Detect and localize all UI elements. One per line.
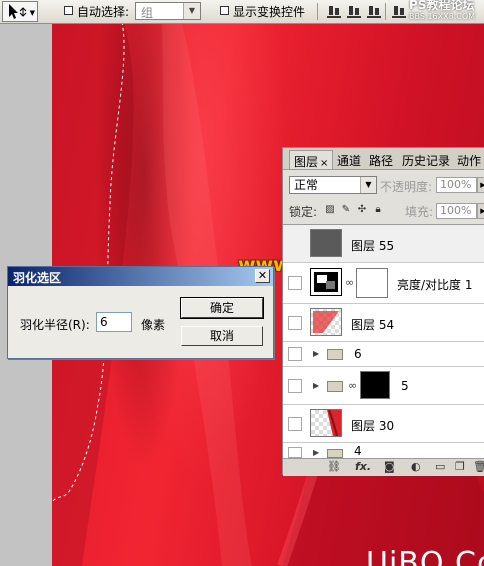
separator <box>385 3 386 20</box>
layer-name: 图层 54 <box>351 318 395 332</box>
forum-watermark-url: BBS.16XX8.COM <box>409 12 476 21</box>
layer-row[interactable]: ▶ ∞ 5 <box>283 367 484 405</box>
ok-button[interactable]: 确定 <box>180 297 264 319</box>
link-layers-icon[interactable]: ⛓ <box>327 461 341 473</box>
options-bar: ▼ 自动选择: 组 ▼ 显示变换控件 PS教程论坛 BBS.16XX8.COM <box>0 0 484 24</box>
tab-channels[interactable]: 通道 <box>337 152 361 169</box>
separator <box>317 3 318 20</box>
layer-row[interactable]: 图层 54 <box>283 304 484 342</box>
align-vertical-center-icon[interactable] <box>347 5 361 18</box>
forum-watermark-title: PS教程论坛 <box>409 0 475 12</box>
chain-icon[interactable]: ∞ <box>345 276 354 289</box>
layer-row[interactable]: 图层 55 <box>283 225 484 263</box>
delete-layer-icon[interactable]: 🗑︎ <box>473 461 484 473</box>
expand-triangle-icon[interactable]: ▶ <box>313 448 319 457</box>
visibility-toggle[interactable] <box>288 316 302 330</box>
close-icon[interactable]: ✕ <box>255 269 270 283</box>
chain-icon[interactable]: ∞ <box>348 379 357 392</box>
cancel-button[interactable]: 取消 <box>181 326 263 346</box>
layer-name: 6 <box>354 347 362 361</box>
layer-style-icon[interactable]: fx. <box>355 461 371 473</box>
lock-brush-icon[interactable]: ✎ <box>341 205 351 215</box>
chevron-right-icon[interactable]: ▶ <box>477 177 484 193</box>
feather-radius-input[interactable]: 6 <box>96 312 132 332</box>
blend-mode-select[interactable]: 正常 ▼ <box>289 176 377 194</box>
layer-name: 4 <box>354 444 362 458</box>
add-mask-icon[interactable]: ◙ <box>384 461 395 473</box>
auto-select-label: 自动选择: <box>77 5 130 19</box>
show-transform-label: 显示变换控件 <box>233 5 306 19</box>
expand-triangle-icon[interactable]: ▶ <box>313 381 319 390</box>
layer-row[interactable]: ▶ 6 <box>283 342 484 367</box>
lock-transparency-icon[interactable]: ▨ <box>325 205 335 215</box>
panel-tabs: 图层 × 通道 路径 历史记录 动作 <box>283 148 484 170</box>
corner-watermark: UiBQ.CoM <box>366 546 484 566</box>
lock-position-icon[interactable]: ✣ <box>357 205 367 215</box>
fill-label: 填充: <box>405 205 434 219</box>
visibility-toggle[interactable] <box>288 417 302 431</box>
tab-layers-label: 图层 <box>294 155 319 169</box>
feather-radius-label: 羽化半径(R): <box>20 318 90 332</box>
layer-row[interactable]: 图层 30 <box>283 405 484 443</box>
folder-icon <box>327 449 343 458</box>
brightness-contrast-icon <box>314 272 338 292</box>
adjustment-icon <box>310 268 342 296</box>
layers-panel-footer: ⛓ fx. ◙ ◐ ▭ ❐ 🗑︎ <box>283 458 484 476</box>
chevron-down-icon: ▼ <box>29 9 35 17</box>
new-layer-icon[interactable]: ❐ <box>455 461 465 473</box>
auto-select-target-value: 组 <box>141 6 154 20</box>
visibility-toggle[interactable] <box>288 237 302 251</box>
dialog-title: 羽化选区 <box>13 271 62 285</box>
visibility-toggle[interactable] <box>288 379 302 393</box>
visibility-toggle[interactable] <box>288 347 302 361</box>
align-top-icon[interactable] <box>327 5 341 18</box>
dialog-title-bar[interactable]: 羽化选区 ✕ <box>8 267 273 286</box>
lock-all-icon[interactable]: 🔒︎ <box>373 205 383 215</box>
feather-selection-dialog: 羽化选区 ✕ 羽化半径(R): 6 像素 确定 取消 <box>7 266 274 359</box>
tab-layers[interactable]: 图层 × <box>289 150 334 169</box>
lock-label: 锁定: <box>289 205 318 219</box>
tab-paths[interactable]: 路径 <box>369 152 393 169</box>
layer-name: 亮度/对比度 1 <box>397 278 473 292</box>
layer-thumbnail <box>310 308 342 336</box>
visibility-toggle[interactable] <box>288 447 302 458</box>
layer-list: 图层 55 ∞ 亮度/对比度 1 图层 54 ▶ 6 ▶ ∞ 5 图层 30 ▶… <box>283 224 484 458</box>
layer-thumbnail <box>310 229 342 257</box>
opacity-input[interactable]: 100% <box>436 177 477 193</box>
adjustment-layer-icon[interactable]: ◐ <box>411 461 421 473</box>
chevron-down-icon: ▼ <box>360 177 376 193</box>
blend-mode-value: 正常 <box>294 178 319 192</box>
expand-triangle-icon[interactable]: ▶ <box>313 349 319 358</box>
layer-name: 图层 55 <box>351 239 395 253</box>
opacity-label: 不透明度: <box>380 180 433 194</box>
layer-name: 图层 30 <box>351 419 395 433</box>
group-mask-thumbnail <box>360 371 390 399</box>
auto-select-target-select[interactable]: 组 ▼ <box>135 2 201 20</box>
forum-watermark: PS教程论坛 BBS.16XX8.COM <box>409 0 484 24</box>
fill-input[interactable]: 100% <box>436 203 477 219</box>
layer-thumbnail <box>310 409 342 437</box>
layer-row[interactable]: ▶ 4 <box>283 443 484 458</box>
layer-mask-thumbnail <box>356 268 388 298</box>
layer-row[interactable]: ∞ 亮度/对比度 1 <box>283 263 484 304</box>
layers-panel: 图层 × 通道 路径 历史记录 动作 正常 ▼ 不透明度: 100% ▶ 锁定: … <box>282 147 484 476</box>
align-left-icon[interactable] <box>392 5 406 18</box>
layer-name: 5 <box>401 379 409 393</box>
auto-select-checkbox[interactable] <box>64 6 73 15</box>
align-bottom-icon[interactable] <box>367 5 381 18</box>
folder-icon <box>327 381 343 392</box>
folder-icon <box>327 349 343 360</box>
tab-history[interactable]: 历史记录 <box>402 152 450 169</box>
visibility-toggle[interactable] <box>288 276 302 290</box>
new-group-icon[interactable]: ▭ <box>435 461 445 473</box>
chevron-down-icon: ▼ <box>183 3 200 19</box>
move-tool-icon <box>9 4 27 19</box>
tool-preset-picker[interactable]: ▼ <box>2 1 38 22</box>
feather-radius-unit: 像素 <box>141 318 166 332</box>
tab-actions[interactable]: 动作 <box>457 152 481 169</box>
chevron-right-icon[interactable]: ▶ <box>477 203 484 219</box>
show-transform-checkbox[interactable] <box>220 6 229 15</box>
close-icon[interactable]: × <box>320 158 328 169</box>
